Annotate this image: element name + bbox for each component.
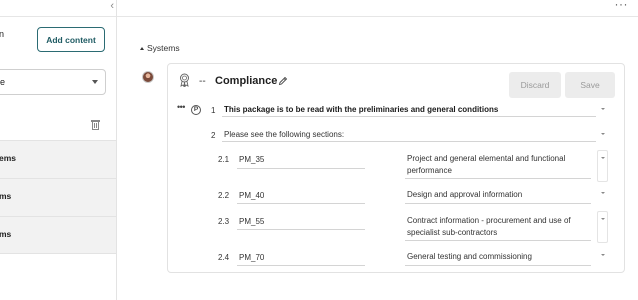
sub-item-number: 2.4 — [218, 253, 230, 262]
collapse-panel-icon[interactable]: ‹ — [110, 0, 114, 12]
discard-button[interactable]: Discard — [509, 72, 561, 98]
caret-up-icon — [140, 47, 144, 50]
left-select-value: e — [0, 77, 6, 87]
sub-item-underline — [237, 229, 365, 230]
pencil-icon[interactable] — [278, 76, 288, 89]
clause-dashes: -- — [199, 76, 206, 87]
line-text[interactable]: This package is to be read with the prel… — [224, 105, 498, 114]
line-number: 2 — [211, 131, 216, 140]
line-number: 1 — [211, 106, 216, 115]
left-list-item[interactable]: ems — [0, 140, 116, 178]
chevron-down-icon[interactable] — [599, 188, 608, 199]
p-circle-icon: P — [191, 105, 201, 115]
sub-item-description[interactable]: General testing and commissioning — [407, 251, 597, 263]
chevron-down-icon[interactable] — [599, 104, 608, 115]
left-list-item-label: ems — [0, 153, 17, 163]
sub-item-number: 2.3 — [218, 217, 230, 226]
line-underline — [222, 116, 596, 117]
trash-icon[interactable] — [91, 119, 100, 130]
clause-title: Compliance — [215, 75, 278, 87]
sub-item-underline — [237, 168, 365, 169]
top-bar: ··· — [117, 0, 638, 17]
chevron-down-icon — [92, 80, 98, 84]
section-toggle[interactable]: Systems — [140, 43, 180, 53]
left-list-item-label: ms — [0, 191, 12, 201]
line-text[interactable]: Please see the following sections: — [224, 130, 344, 139]
sub-item-underline — [405, 203, 591, 204]
sub-item-number: 2.2 — [218, 191, 230, 200]
left-panel: ‹ n Add content e ems ms ms — [0, 0, 117, 300]
save-button[interactable]: Save — [565, 72, 615, 98]
sub-item-description[interactable]: Project and general elemental and functi… — [407, 153, 597, 177]
line-underline — [222, 141, 596, 142]
avatar[interactable] — [142, 71, 154, 83]
ellipsis-icon[interactable]: ••• — [177, 102, 185, 112]
sub-item-underline — [405, 178, 591, 179]
left-panel-header: ‹ — [0, 0, 116, 17]
chevron-down-icon[interactable] — [599, 250, 608, 261]
sub-item-underline — [237, 203, 365, 204]
section-label: Systems — [147, 43, 180, 53]
left-panel-heading: n — [0, 29, 4, 39]
sub-item-underline — [405, 265, 591, 266]
sub-item-code[interactable]: PM_35 — [239, 155, 264, 164]
ribbon-award-icon — [179, 73, 190, 89]
left-list-item-label: ms — [0, 229, 12, 239]
more-options-icon[interactable]: ··· — [615, 0, 629, 11]
chevron-down-icon[interactable] — [597, 211, 608, 243]
chevron-down-icon[interactable] — [599, 129, 608, 140]
sub-item-number: 2.1 — [218, 155, 230, 164]
sub-item-description[interactable]: Contract information - procurement and u… — [407, 215, 597, 239]
sub-item-code[interactable]: PM_40 — [239, 191, 264, 200]
left-panel-select[interactable]: e — [0, 69, 106, 95]
sub-item-underline — [237, 265, 365, 266]
left-list-item[interactable]: ms — [0, 216, 116, 254]
sub-item-underline — [405, 240, 591, 241]
sub-item-description[interactable]: Design and approval information — [407, 189, 597, 201]
add-content-button[interactable]: Add content — [37, 27, 105, 52]
sub-item-code[interactable]: PM_70 — [239, 253, 264, 262]
chevron-down-icon[interactable] — [597, 150, 608, 182]
left-list-item[interactable]: ms — [0, 178, 116, 216]
sub-item-code[interactable]: PM_55 — [239, 217, 264, 226]
